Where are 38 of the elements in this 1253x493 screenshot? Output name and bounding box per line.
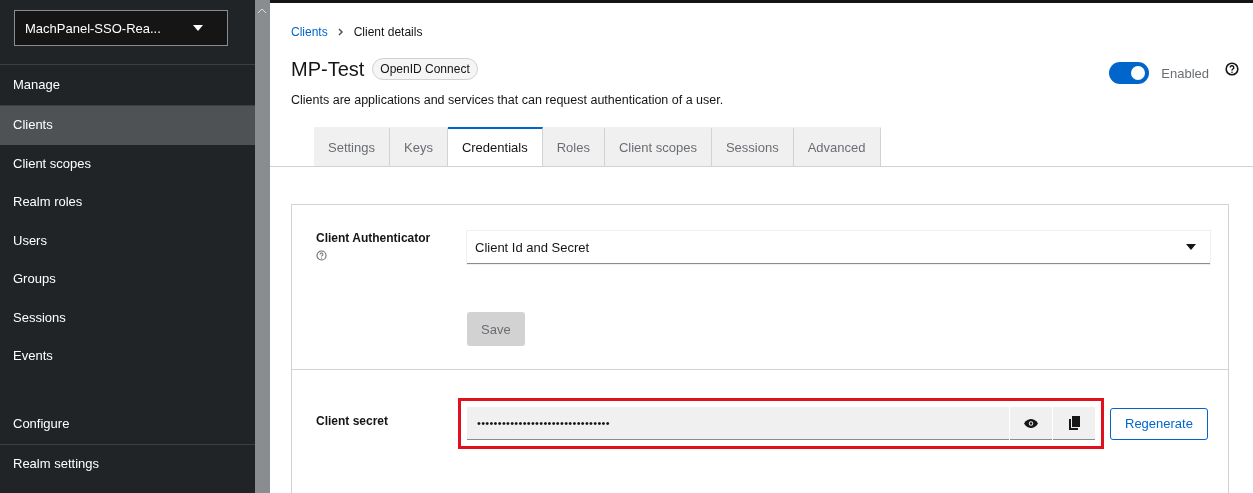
tab[interactable]: Client scopes — [604, 127, 712, 166]
help-icon[interactable] — [1225, 62, 1239, 76]
field-label: Client secret — [316, 414, 390, 428]
tab[interactable]: Settings — [314, 127, 390, 166]
breadcrumb-link[interactable]: Clients — [291, 25, 328, 39]
tab[interactable]: Credentials — [447, 127, 543, 166]
nav-item[interactable]: Sessions — [0, 298, 255, 337]
toggle-switch[interactable] — [1109, 62, 1150, 84]
caret-icon — [193, 25, 203, 31]
toggle-label: Enabled — [1161, 65, 1209, 81]
nav-item[interactable]: Realm roles — [0, 183, 255, 222]
nav-item[interactable]: Events — [0, 337, 255, 376]
tab[interactable]: Roles — [542, 127, 605, 166]
regenerate-button[interactable]: Regenerate — [1110, 407, 1208, 440]
protocol-badge: OpenID Connect — [372, 58, 478, 80]
nav-item[interactable]: Groups — [0, 260, 255, 299]
tab[interactable]: Sessions — [711, 127, 794, 166]
copy-button[interactable] — [1053, 407, 1095, 440]
page-description: Clients are applications and services that can request authentication of a user. — [291, 93, 725, 107]
nav-item[interactable]: Realm settings — [0, 444, 255, 483]
nav-item[interactable]: Client scopes — [0, 144, 255, 183]
secret-field[interactable]: •••••••••••••••••••••••••••••••• — [467, 407, 1009, 440]
nav-item[interactable]: Users — [0, 221, 255, 260]
tab[interactable]: Advanced — [793, 127, 881, 166]
authenticator-dropdown[interactable]: Client Id and Secret — [467, 231, 1210, 264]
page-title: MP-Test — [291, 57, 365, 81]
nav-item[interactable]: Clients — [0, 106, 255, 145]
scroll-up-icon — [258, 8, 266, 13]
breadcrumb-current: Client details — [353, 25, 423, 39]
scrollbar[interactable] — [255, 0, 270, 493]
field-label: Client Authenticator — [316, 231, 432, 245]
tab[interactable]: Keys — [390, 127, 448, 166]
realm-selector[interactable]: MachPanel-SSO-Rea... — [14, 10, 228, 46]
copy-icon — [1068, 416, 1080, 430]
eye-icon — [1024, 418, 1038, 428]
chevron-icon — [337, 28, 344, 36]
caret-icon — [1186, 244, 1196, 250]
show-password-button[interactable] — [1010, 407, 1052, 440]
